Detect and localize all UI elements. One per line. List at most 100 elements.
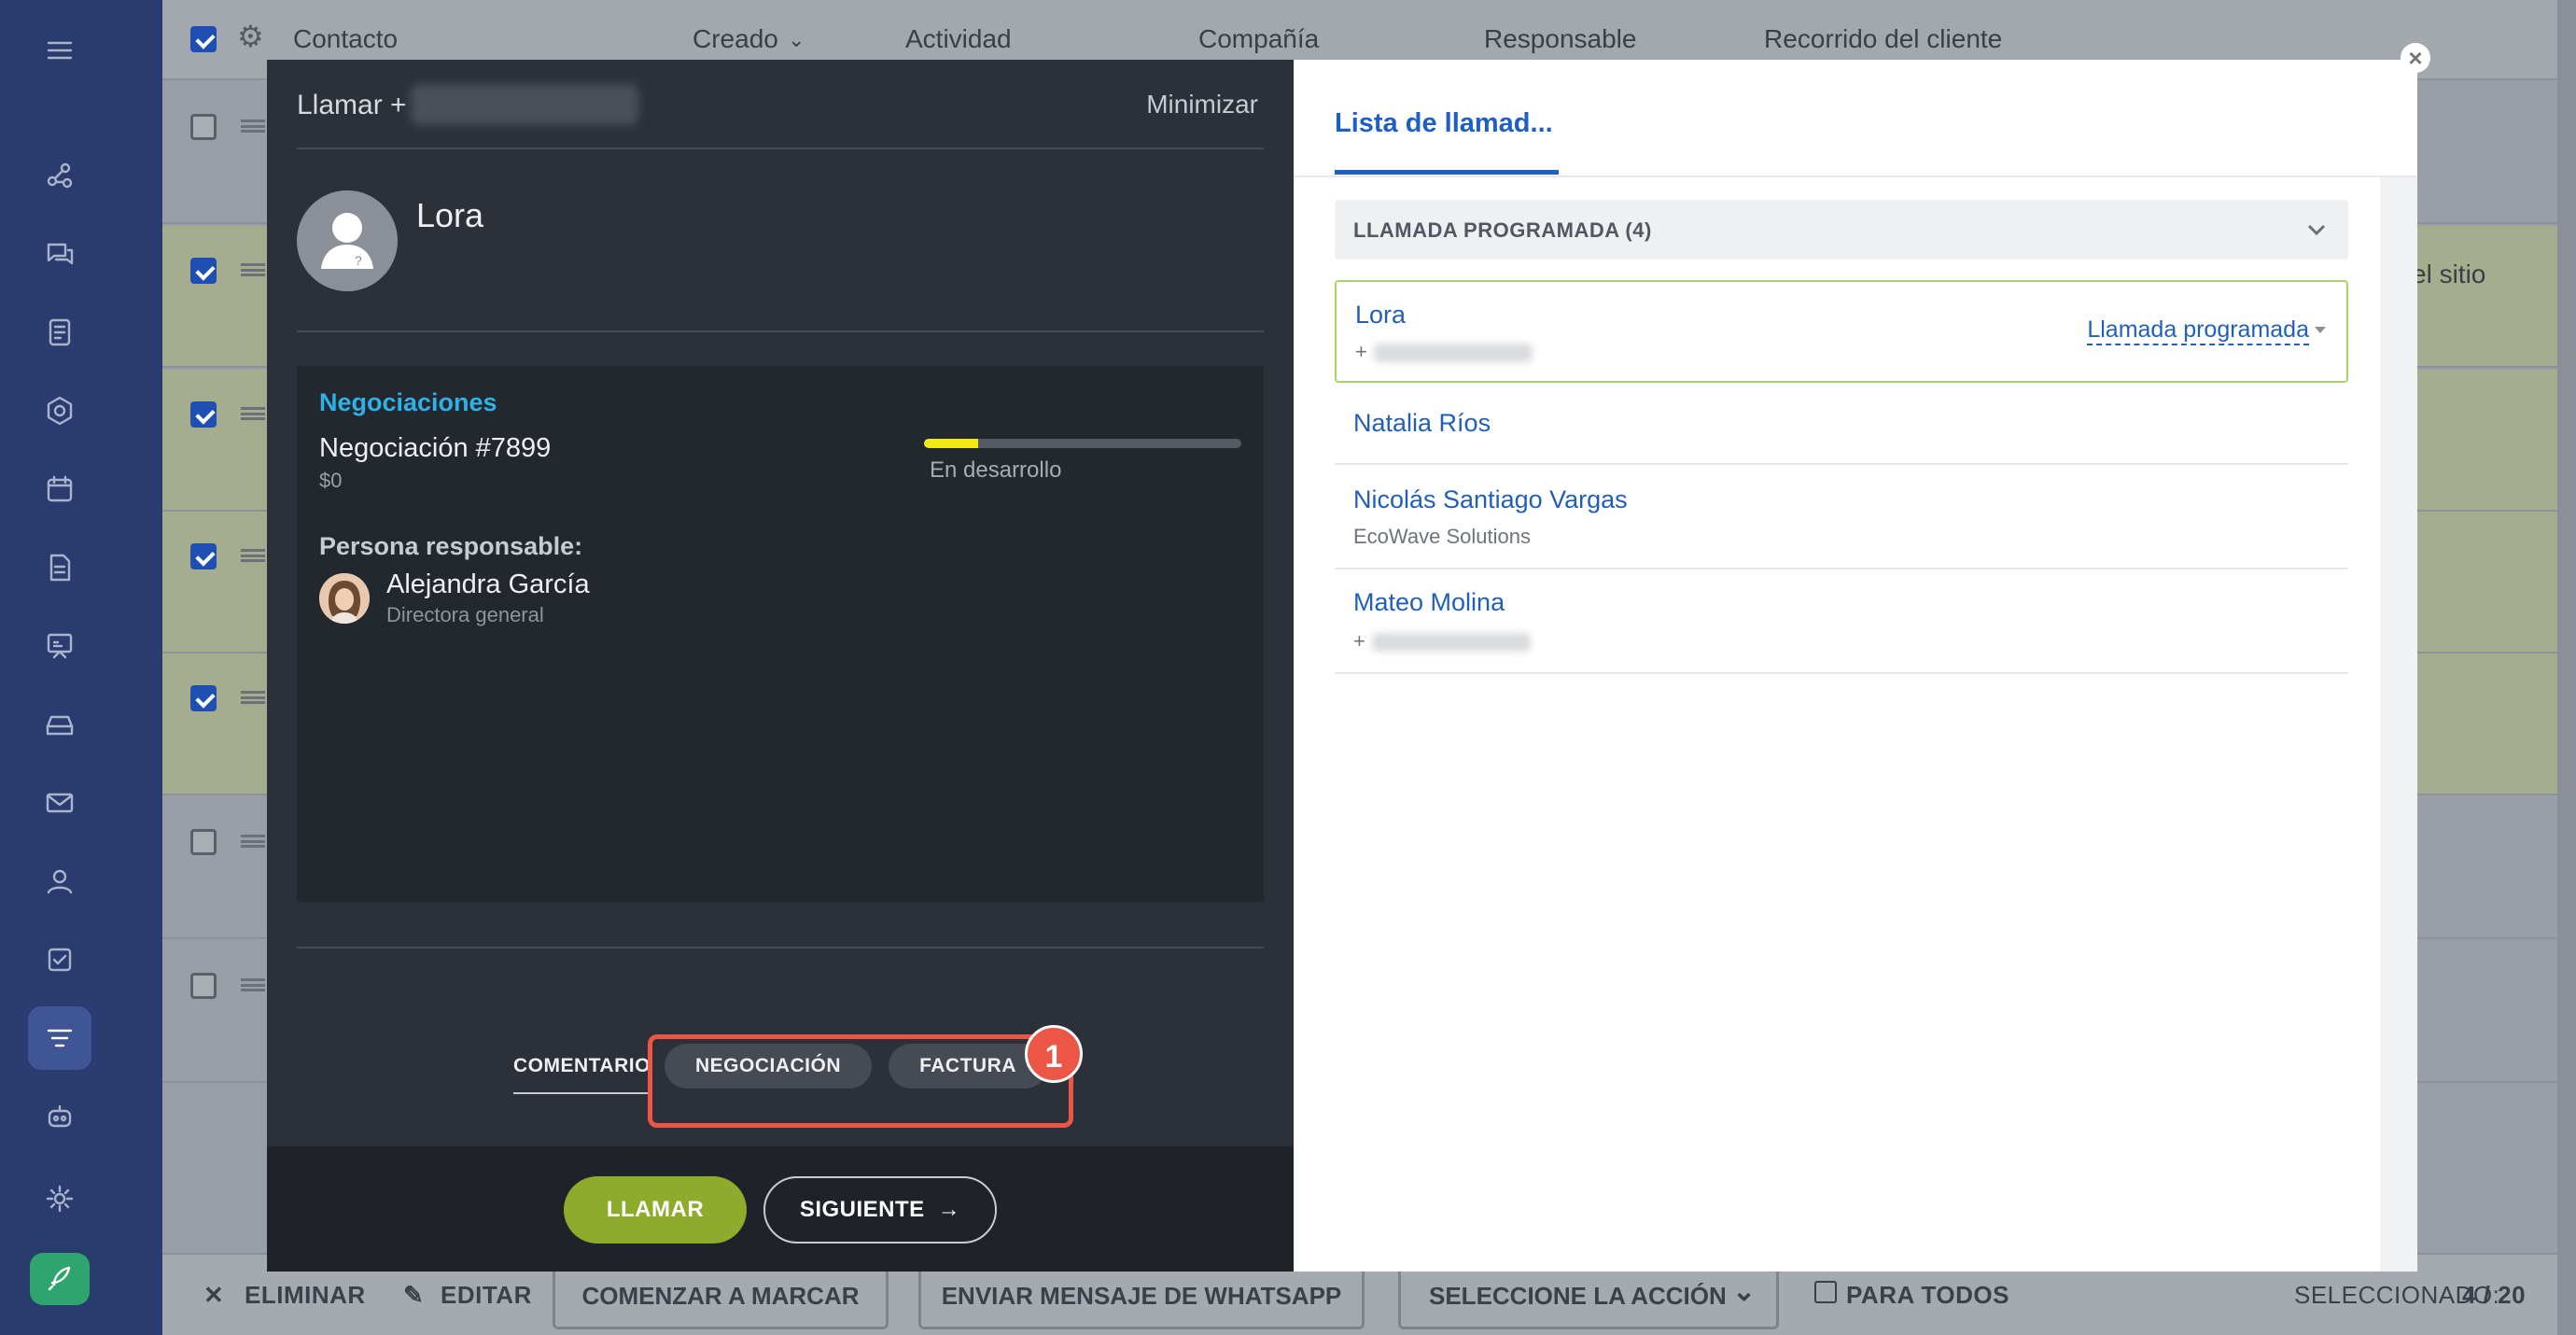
column-responsible[interactable]: Responsable [1484,24,1636,54]
contact-name: Lora [416,196,484,234]
presentation-icon[interactable] [28,614,91,678]
drag-handle-icon[interactable] [241,835,265,848]
sort-chevron-down-icon[interactable]: ⌄ [788,28,805,52]
call-status-dropdown[interactable]: Llamada programada [2087,316,2309,345]
list-settings-gear-icon[interactable]: ⚙ [237,19,264,54]
chevron-down-icon[interactable] [2305,218,2328,241]
contacts-icon[interactable] [28,850,91,913]
column-activity[interactable]: Actividad [905,24,1012,54]
rocket-launch-icon[interactable] [30,1253,90,1305]
delete-button[interactable]: ELIMINAR [245,1281,366,1310]
list-item[interactable]: Nicolás Santiago Vargas EcoWave Solution… [1335,467,2348,569]
call-group-header[interactable]: LLAMADA PROGRAMADA (4) [1335,200,2348,260]
hexagon-icon[interactable] [28,379,91,443]
svg-text:?: ? [355,253,362,268]
row-checkbox[interactable] [190,543,217,569]
document-icon[interactable] [28,536,91,599]
calendar-icon[interactable] [28,457,91,521]
edit-button[interactable]: EDITAR [441,1281,532,1310]
deal-link[interactable]: Negociación #7899 [319,433,551,464]
menu-icon[interactable] [28,19,91,82]
column-created[interactable]: Creado [693,24,778,54]
minimize-button[interactable]: Minimizar [1146,90,1258,119]
blurred-phone-number [1374,344,1533,362]
checklist-icon[interactable] [28,928,91,991]
close-dialog-button[interactable]: × [2401,43,2430,73]
tab-deal[interactable]: NEGOCIACIÓN [665,1044,872,1089]
tab-underline [1335,170,1559,175]
list-item[interactable]: Lora + Llamada programada [1335,280,2348,383]
call-item-name[interactable]: Lora [1355,301,1406,330]
select-action-dropdown[interactable]: SELECCIONE LA ACCIÓN [1398,1262,1779,1329]
deal-stage-progress [924,439,1241,448]
responsible-heading: Persona responsable: [319,532,583,560]
call-card: Llamar + Minimizar ? Lora Negociaciones … [267,60,1294,1272]
divider [297,330,1264,332]
next-button-label: SIGUIENTE [799,1197,925,1222]
drag-handle-icon[interactable] [241,691,265,704]
send-whatsapp-button[interactable]: ENVIAR MENSAJE DE WHATSAPP [918,1262,1365,1329]
drag-handle-icon[interactable] [241,407,265,420]
row-checkbox[interactable] [190,114,217,140]
call-list-panel: Lista de llamad... LLAMADA PROGRAMADA (4… [1294,60,2417,1272]
app-sidebar [0,0,162,1335]
column-customer-journey[interactable]: Recorrido del cliente [1764,24,2002,54]
column-contact[interactable]: Contacto [293,24,398,54]
row-text-snippet: el sitio [2412,260,2486,288]
start-dialing-button[interactable]: COMENZAR A MARCAR [553,1262,889,1329]
mail-icon[interactable] [28,771,91,835]
caret-down-icon[interactable] [2315,327,2326,333]
row-checkbox[interactable] [190,829,217,855]
drag-handle-icon[interactable] [241,549,265,562]
call-item-name[interactable]: Nicolás Santiago Vargas [1353,485,1628,514]
arrow-right-icon: → [937,1197,961,1222]
divider [297,148,1264,149]
deal-amount: $0 [319,469,343,492]
row-checkbox[interactable] [190,685,217,711]
chat-icon[interactable] [28,222,91,286]
call-card-footer: LLAMAR SIGUIENTE → [267,1146,1294,1272]
blurred-phone-number [411,84,638,125]
row-checkbox[interactable] [190,973,217,999]
divider [297,947,1264,949]
next-button[interactable]: SIGUIENTE → [763,1176,997,1244]
drag-handle-icon[interactable] [241,263,265,276]
for-all-checkbox[interactable] [1814,1281,1837,1303]
deals-panel: Negociaciones Negociación #7899 $0 En de… [297,366,1264,902]
robot-icon[interactable] [28,1085,91,1148]
scrollbar[interactable] [2380,177,2417,1272]
list-item[interactable]: Mateo Molina + [1335,571,2348,674]
row-checkbox[interactable] [190,258,217,284]
selected-count: 4 / 20 [2462,1281,2527,1309]
call-item-name[interactable]: Natalia Ríos [1353,409,1491,438]
crm-funnel-icon[interactable] [28,1006,91,1070]
call-item-phone: + [1353,629,1365,653]
call-group-title: LLAMADA PROGRAMADA (4) [1353,218,1652,242]
edit-pencil-icon[interactable]: ✎ [403,1281,424,1310]
delete-x-icon[interactable]: ✕ [203,1281,224,1310]
row-checkbox[interactable] [190,401,217,428]
chevron-down-icon[interactable]: ⌄ [1732,1275,1757,1308]
settings-gear-icon[interactable] [28,1167,91,1230]
call-title: Llamar + [297,90,407,120]
feed-icon[interactable] [28,144,91,207]
call-card-tabs: COMENTARIO NEGOCIACIÓN FACTURA [267,1044,1294,1118]
tab-comment[interactable]: COMENTARIO [513,1055,651,1094]
call-button[interactable]: LLAMAR [564,1176,747,1244]
responsible-role: Directora general [386,603,544,626]
drag-handle-icon[interactable] [241,119,265,133]
blurred-phone-number [1372,633,1531,652]
drive-icon[interactable] [28,693,91,756]
deal-stage-label: En desarrollo [930,457,1062,483]
tab-invoice[interactable]: FACTURA [889,1044,1047,1089]
tasks-doc-icon[interactable] [28,301,91,364]
responsible-avatar [319,573,370,624]
drag-handle-icon[interactable] [241,978,265,991]
responsible-name[interactable]: Alejandra García [386,569,590,600]
column-company[interactable]: Compañía [1198,24,1319,54]
list-item[interactable]: Natalia Ríos [1335,385,2348,465]
call-item-name[interactable]: Mateo Molina [1353,588,1505,617]
tab-call-list[interactable]: Lista de llamad... [1335,108,1553,139]
contact-avatar-icon: ? [297,190,398,291]
select-all-checkbox[interactable] [190,26,217,52]
